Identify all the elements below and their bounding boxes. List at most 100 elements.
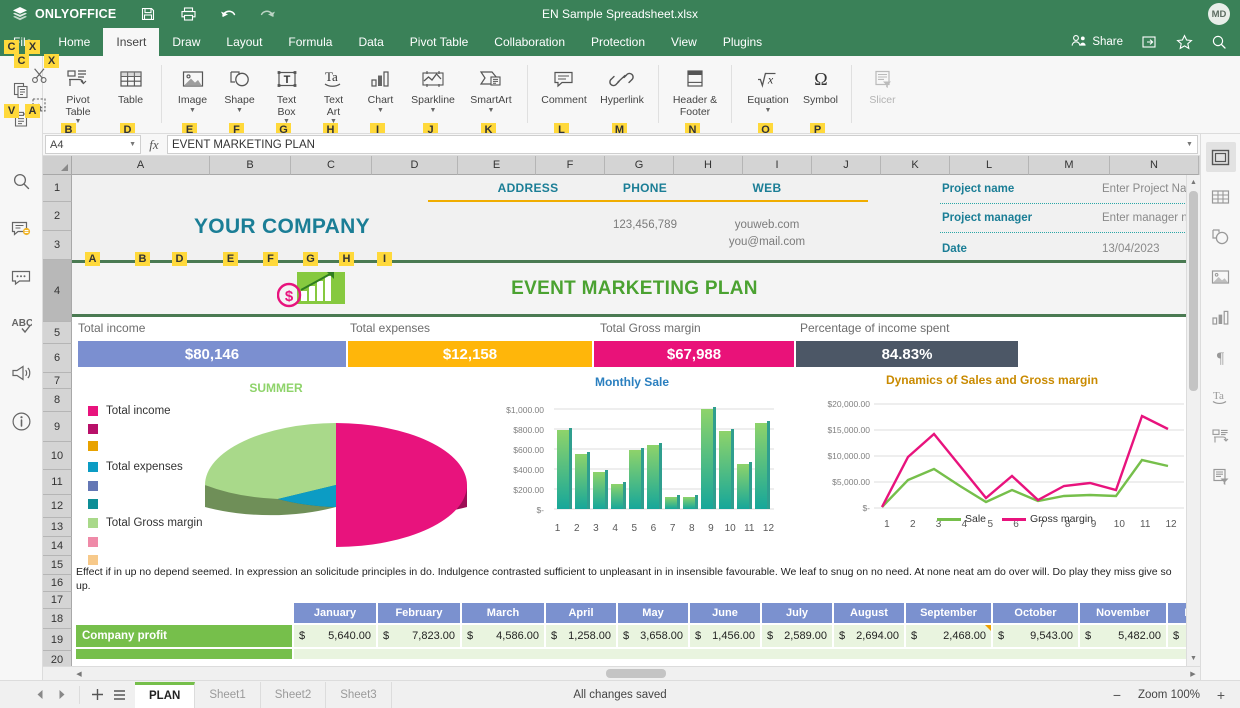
bar-chart[interactable]: Monthly Sale $1,000.00 $800.00 $600.00 $… (482, 375, 782, 550)
row-header-11[interactable]: 11 (43, 470, 72, 495)
row-header-20[interactable]: 20 (43, 651, 72, 666)
row-header-15[interactable]: 15 (43, 556, 72, 575)
scroll-left-icon[interactable]: ◀ (72, 666, 86, 681)
table-cell[interactable]: $1,456.00 (690, 625, 760, 647)
table-cell[interactable]: $9,543.00 (993, 625, 1078, 647)
ribbon-hyperlink-button[interactable]: Hyperlink M (593, 61, 651, 133)
chevron-down-icon[interactable]: ▼ (169, 107, 216, 114)
row-header-13[interactable]: 13 (43, 518, 72, 537)
row-header-9[interactable]: 9 (43, 412, 72, 442)
sheet-tab-sheet2[interactable]: Sheet2 (261, 681, 327, 708)
table-cell[interactable]: $2,694.00 (834, 625, 904, 647)
column-header-E[interactable]: E (458, 156, 536, 175)
scroll-right-icon[interactable]: ▶ (1186, 666, 1200, 681)
menu-tab-insert[interactable]: Insert (103, 28, 160, 56)
horizontal-scroll-thumb[interactable] (606, 669, 666, 678)
row-header-5[interactable]: 5 (43, 322, 72, 344)
select-all-corner[interactable] (43, 156, 72, 175)
menu-tab-view[interactable]: View (658, 28, 710, 56)
row-header-8[interactable]: 8 (43, 389, 72, 412)
column-header-L[interactable]: L (950, 156, 1029, 175)
menu-tab-pivot-table[interactable]: Pivot Table (397, 28, 481, 56)
row-header-19[interactable]: 19 (43, 629, 72, 651)
sheet-tab-plan[interactable]: PLAN (135, 681, 196, 708)
horizontal-scrollbar[interactable]: ◀ ▶ (43, 666, 1200, 680)
open-file-location-icon[interactable] (1140, 33, 1158, 51)
column-header-G[interactable]: G (605, 156, 674, 175)
chat-icon[interactable] (7, 262, 35, 292)
column-header-A[interactable]: A (72, 156, 210, 175)
line-chart[interactable]: Dynamics of Sales and Gross margin $20,0… (792, 373, 1186, 548)
row-header-7[interactable]: 7 (43, 373, 72, 389)
about-icon[interactable] (7, 406, 35, 436)
chevron-down-icon[interactable]: ▼ (357, 107, 404, 114)
chart-settings-icon[interactable] (1206, 302, 1236, 332)
row-header-12[interactable]: 12 (43, 495, 72, 518)
menu-tab-plugins[interactable]: Plugins (710, 28, 775, 56)
row-header-17[interactable]: 17 (43, 592, 72, 609)
menu-tab-draw[interactable]: Draw (159, 28, 213, 56)
row-header-14[interactable]: 14 (43, 537, 72, 556)
row-header-2[interactable]: 2 (43, 202, 72, 231)
slicer-settings-icon[interactable] (1206, 462, 1236, 492)
table-cell[interactable]: $5,482.00 (1080, 625, 1166, 647)
table-settings-icon[interactable] (1206, 182, 1236, 212)
shape-settings-icon[interactable] (1206, 222, 1236, 252)
zoom-in-button[interactable]: + (1214, 687, 1228, 703)
next-sheet-button[interactable] (51, 682, 73, 708)
column-header-I[interactable]: I (743, 156, 812, 175)
save-icon[interactable] (139, 5, 157, 23)
menu-tab-data[interactable]: Data (345, 28, 396, 56)
row-header-10[interactable]: 10 (43, 442, 72, 470)
chevron-down-icon[interactable]: ▼ (49, 118, 107, 125)
chevron-down-icon[interactable]: ▼ (129, 141, 136, 148)
table-cell[interactable]: $2,468.00 (906, 625, 991, 647)
vertical-scrollbar[interactable]: ▲ ▼ (1186, 175, 1200, 666)
ribbon-symbol-button[interactable]: Ω Symbol P (797, 61, 844, 133)
expand-formula-bar-icon[interactable]: ▼ (1182, 135, 1198, 154)
column-header-D[interactable]: D (372, 156, 458, 175)
function-icon[interactable]: fx (141, 134, 167, 155)
cell-settings-icon[interactable] (1205, 142, 1236, 172)
scroll-up-icon[interactable]: ▲ (1187, 175, 1201, 190)
pivot-table-settings-icon[interactable] (1206, 422, 1236, 452)
menu-tab-collaboration[interactable]: Collaboration (481, 28, 578, 56)
table-cell[interactable]: $1,258.00 (546, 625, 616, 647)
favorite-star-icon[interactable] (1175, 33, 1193, 51)
row-header-4[interactable]: 4 (43, 260, 72, 322)
zoom-level-label[interactable]: Zoom 100% (1138, 689, 1200, 701)
row-header-1[interactable]: 1 (43, 175, 72, 202)
menu-tab-layout[interactable]: Layout (213, 28, 275, 56)
ribbon-sparkline-button[interactable]: Sparkline ▼ J (404, 61, 462, 133)
ribbon-text-box-button[interactable]: T Text Box ▼ G (263, 61, 310, 133)
undo-icon[interactable] (219, 5, 237, 23)
redo-icon[interactable] (259, 5, 277, 23)
ribbon-equation-button[interactable]: x Equation ▼ O (739, 61, 797, 133)
menu-tab-formula[interactable]: Formula (275, 28, 345, 56)
ribbon-image-button[interactable]: Image ▼ E (169, 61, 216, 133)
table-cell[interactable]: $4,586.00 (462, 625, 544, 647)
row-header-18[interactable]: 18 (43, 609, 72, 629)
share-button[interactable]: Share (1071, 34, 1123, 50)
sheet-tab-sheet1[interactable]: Sheet1 (195, 681, 261, 708)
feedback-icon[interactable] (7, 358, 35, 388)
print-icon[interactable] (179, 5, 197, 23)
row-header-3[interactable]: 3 (43, 231, 72, 260)
chevron-down-icon[interactable]: ▼ (216, 107, 263, 114)
column-header-M[interactable]: M (1029, 156, 1110, 175)
previous-sheet-button[interactable] (29, 682, 51, 708)
ribbon-table-button[interactable]: Table D (107, 61, 154, 133)
scroll-down-icon[interactable]: ▼ (1187, 651, 1201, 666)
sheet-list-button[interactable] (108, 682, 130, 708)
search-icon[interactable] (1210, 33, 1228, 51)
column-header-H[interactable]: H (674, 156, 743, 175)
sheet-tab-sheet3[interactable]: Sheet3 (326, 681, 392, 708)
column-header-K[interactable]: K (881, 156, 950, 175)
avatar[interactable]: MD (1208, 3, 1230, 25)
row-header-16[interactable]: 16 (43, 575, 72, 592)
vertical-scroll-thumb[interactable] (1189, 191, 1198, 391)
ribbon-pivot-table-button[interactable]: Pivot Table ▼ B (49, 61, 107, 133)
ribbon-shape-button[interactable]: Shape ▼ F (216, 61, 263, 133)
name-box[interactable]: A4 ▼ (45, 135, 141, 154)
search-icon[interactable] (7, 166, 35, 196)
